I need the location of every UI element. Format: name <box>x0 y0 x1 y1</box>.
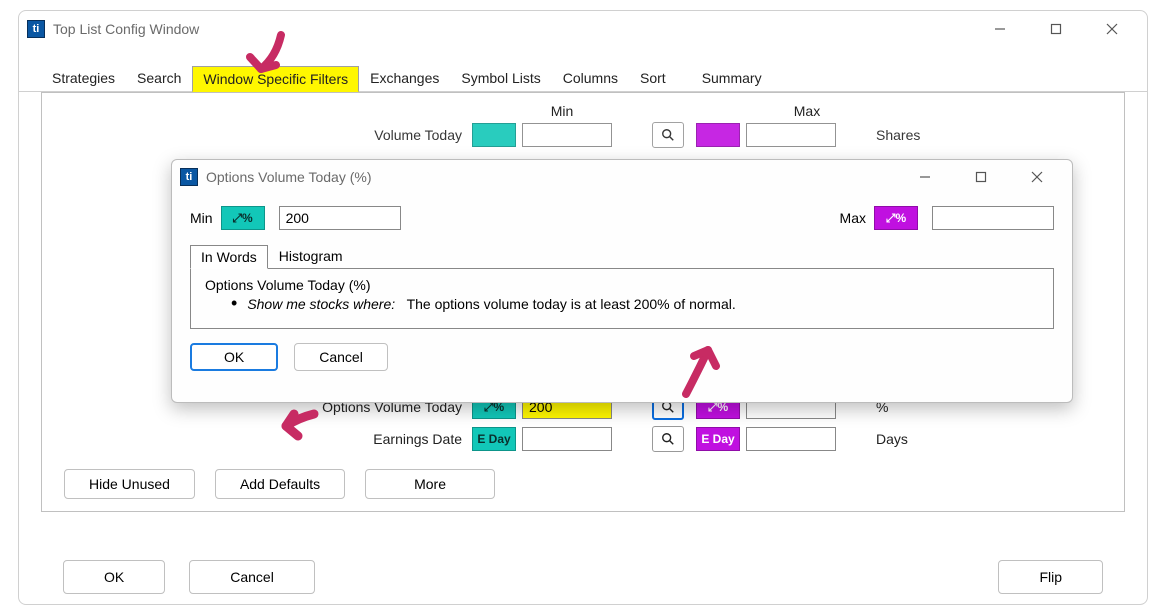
filter-row-volume-today: Volume Today Shares <box>62 119 1104 151</box>
maximize-icon[interactable] <box>962 163 1000 191</box>
tab-strategies[interactable]: Strategies <box>41 65 126 91</box>
earnings-date-min-input[interactable] <box>522 427 612 451</box>
more-button[interactable]: More <box>365 469 495 499</box>
window-controls <box>981 15 1139 43</box>
dialog-title: Options Volume Today (%) <box>206 169 906 185</box>
column-headers: Min Max <box>62 103 1104 119</box>
bottom-right-buttons: Flip <box>998 560 1103 594</box>
flip-button[interactable]: Flip <box>998 560 1103 594</box>
dialog-min-label: Min <box>190 210 213 226</box>
app-icon: ti <box>27 20 45 38</box>
close-icon[interactable] <box>1093 15 1131 43</box>
col-max: Max <box>712 103 902 119</box>
dialog-cancel-button[interactable]: Cancel <box>294 343 388 371</box>
filter-row-earnings-date: Earnings Date E Day E Day Days <box>62 423 1104 455</box>
search-icon[interactable] <box>652 122 684 148</box>
minimize-icon[interactable] <box>906 163 944 191</box>
dialog-titlebar: ti Options Volume Today (%) <box>172 160 1072 194</box>
hide-unused-button[interactable]: Hide Unused <box>64 469 195 499</box>
annotation-arrow-left-icon <box>276 408 320 442</box>
dialog-tabs: In Words Histogram <box>190 244 1054 269</box>
tab-search[interactable]: Search <box>126 65 192 91</box>
panel-buttons: Hide Unused Add Defaults More <box>62 455 1104 499</box>
ok-button[interactable]: OK <box>63 560 165 594</box>
tab-symbol-lists[interactable]: Symbol Lists <box>450 65 551 91</box>
add-defaults-button[interactable]: Add Defaults <box>215 469 345 499</box>
unit-earnings-date: Days <box>876 431 908 447</box>
volume-today-max-input[interactable] <box>746 123 836 147</box>
dialog-buttons: OK Cancel <box>190 329 1054 371</box>
dialog-min-input[interactable] <box>279 206 401 230</box>
options-volume-dialog: ti Options Volume Today (%) Min ⤢% Max ⤢… <box>171 159 1073 403</box>
in-words-text: The options volume today is at least 200… <box>407 296 736 312</box>
close-icon[interactable] <box>1018 163 1056 191</box>
maximize-icon[interactable] <box>1037 15 1075 43</box>
dialog-minmax-row: Min ⤢% Max ⤢% <box>190 198 1054 244</box>
label-earnings-date: Earnings Date <box>62 431 472 447</box>
app-icon: ti <box>180 168 198 186</box>
col-min: Min <box>472 103 652 119</box>
annotation-arrow-down-icon <box>236 27 296 87</box>
max-pill-icon: E Day <box>696 427 740 451</box>
unit-volume-today: Shares <box>876 127 920 143</box>
tab-summary[interactable]: Summary <box>691 65 773 91</box>
dialog-max-input[interactable] <box>932 206 1054 230</box>
in-words-sentence: Show me stocks where: The options volume… <box>205 293 1039 314</box>
tab-exchanges[interactable]: Exchanges <box>359 65 450 91</box>
earnings-date-max-input[interactable] <box>746 427 836 451</box>
config-tabs: Strategies Search Window Specific Filter… <box>19 65 1147 92</box>
dialog-max-label: Max <box>840 210 866 226</box>
in-words-heading: Options Volume Today (%) <box>205 277 1039 293</box>
volume-today-min-input[interactable] <box>522 123 612 147</box>
search-icon[interactable] <box>652 426 684 452</box>
main-titlebar: ti Top List Config Window <box>19 11 1147 47</box>
tab-sort[interactable]: Sort <box>629 65 677 91</box>
in-words-lead: Show me stocks where: <box>247 296 395 312</box>
minimize-icon[interactable] <box>981 15 1019 43</box>
min-pill-icon: E Day <box>472 427 516 451</box>
dialog-ok-button[interactable]: OK <box>190 343 278 371</box>
window-title: Top List Config Window <box>53 21 981 37</box>
max-pill-icon <box>696 123 740 147</box>
min-pill-icon: ⤢% <box>221 206 265 230</box>
dialog-window-controls <box>906 163 1064 191</box>
bottom-left-buttons: OK Cancel <box>63 560 315 594</box>
min-pill-icon <box>472 123 516 147</box>
in-words-panel: Options Volume Today (%) Show me stocks … <box>190 268 1054 329</box>
annotation-arrow-up-icon <box>668 336 738 406</box>
label-volume-today: Volume Today <box>62 127 472 143</box>
tab-in-words[interactable]: In Words <box>190 245 268 269</box>
cancel-button[interactable]: Cancel <box>189 560 315 594</box>
tab-histogram[interactable]: Histogram <box>268 244 354 268</box>
dialog-body: Min ⤢% Max ⤢% In Words Histogram Options… <box>172 194 1072 375</box>
tab-columns[interactable]: Columns <box>552 65 629 91</box>
max-pill-icon: ⤢% <box>874 206 918 230</box>
